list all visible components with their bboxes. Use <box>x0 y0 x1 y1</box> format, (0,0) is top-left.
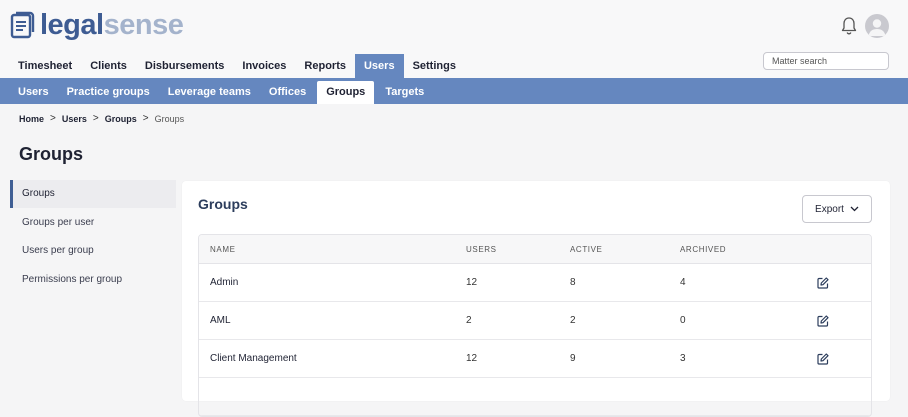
groups-table: NAME USERS ACTIVE ARCHIVED Admin 12 8 4 … <box>198 234 872 417</box>
breadcrumb-home[interactable]: Home <box>19 114 44 124</box>
export-button-label: Export <box>815 203 844 215</box>
table-row[interactable]: Admin 12 8 4 <box>199 264 871 302</box>
main-nav-disbursements[interactable]: Disbursements <box>136 54 233 78</box>
logo-document-icon <box>10 11 35 39</box>
archived-count: 3 <box>680 353 686 364</box>
user-avatar-icon[interactable] <box>865 14 889 38</box>
column-header-users[interactable]: USERS <box>466 235 497 264</box>
column-header-active[interactable]: ACTIVE <box>570 235 603 264</box>
table-row[interactable]: Client Management 12 9 3 <box>199 340 871 378</box>
users-count: 12 <box>466 353 478 364</box>
bell-icon[interactable] <box>840 16 858 36</box>
column-header-name[interactable]: NAME <box>210 235 236 264</box>
active-count: 8 <box>570 277 576 288</box>
matter-search-input[interactable] <box>763 52 889 70</box>
users-count: 12 <box>466 277 478 288</box>
breadcrumb-current: Groups <box>154 113 185 124</box>
page-title: Groups <box>19 144 84 164</box>
active-count: 9 <box>570 353 576 364</box>
sub-nav-users[interactable]: Users <box>9 78 58 104</box>
edit-icon[interactable] <box>817 277 829 289</box>
breadcrumb-groups[interactable]: Groups <box>105 114 137 124</box>
side-menu-permissions-per-group[interactable]: Permissions per group <box>10 266 176 294</box>
top-bar: legalsense Timesheet Clients Disbursemen… <box>0 0 908 78</box>
side-menu-groups[interactable]: Groups <box>10 180 176 208</box>
legalsense-logo[interactable]: legalsense <box>10 9 184 41</box>
card-title: Groups <box>198 196 248 212</box>
export-button[interactable]: Export <box>802 195 872 223</box>
table-row[interactable]: AML 2 2 0 <box>199 302 871 340</box>
sub-nav: Users Practice groups Leverage teams Off… <box>0 78 908 104</box>
main-nav-clients[interactable]: Clients <box>81 54 136 78</box>
table-row[interactable] <box>199 378 871 416</box>
table-header: NAME USERS ACTIVE ARCHIVED <box>199 235 871 264</box>
breadcrumb-separator: > <box>50 113 56 124</box>
breadcrumb-users[interactable]: Users <box>62 114 87 124</box>
edit-icon[interactable] <box>817 315 829 327</box>
side-menu-users-per-group[interactable]: Users per group <box>10 237 176 265</box>
sub-nav-targets[interactable]: Targets <box>376 78 433 104</box>
group-name[interactable]: AML <box>210 302 231 340</box>
group-name[interactable]: Admin <box>210 264 238 302</box>
side-menu-groups-per-user[interactable]: Groups per user <box>10 209 176 237</box>
breadcrumb-separator: > <box>142 113 149 124</box>
breadcrumb: Home > Users > Groups > Groups <box>19 113 184 124</box>
active-count: 2 <box>570 315 576 326</box>
side-menu: Groups Groups per user Users per group P… <box>10 180 176 294</box>
logo-text-legal: legal <box>40 9 104 41</box>
column-header-archived[interactable]: ARCHIVED <box>680 235 726 264</box>
users-count: 2 <box>466 315 472 326</box>
chevron-down-icon <box>850 206 859 212</box>
group-name[interactable]: Client Management <box>210 340 297 378</box>
main-nav-settings[interactable]: Settings <box>404 54 465 78</box>
sub-nav-leverage-teams[interactable]: Leverage teams <box>159 78 260 104</box>
groups-card: Groups Export NAME USERS ACTIVE ARCHIVED… <box>182 181 890 417</box>
main-nav-invoices[interactable]: Invoices <box>233 54 295 78</box>
sub-nav-practice-groups[interactable]: Practice groups <box>58 78 159 104</box>
main-nav-timesheet[interactable]: Timesheet <box>9 54 81 78</box>
archived-count: 4 <box>680 277 686 288</box>
archived-count: 0 <box>680 315 686 326</box>
sub-nav-groups[interactable]: Groups <box>317 81 375 104</box>
sub-nav-offices[interactable]: Offices <box>260 78 315 104</box>
main-nav-users[interactable]: Users <box>354 54 404 78</box>
breadcrumb-separator: > <box>92 113 99 124</box>
main-nav-reports[interactable]: Reports <box>295 54 355 78</box>
logo-text-sense: sense <box>103 9 184 41</box>
edit-icon[interactable] <box>817 353 829 365</box>
main-nav: Timesheet Clients Disbursements Invoices… <box>9 54 465 78</box>
